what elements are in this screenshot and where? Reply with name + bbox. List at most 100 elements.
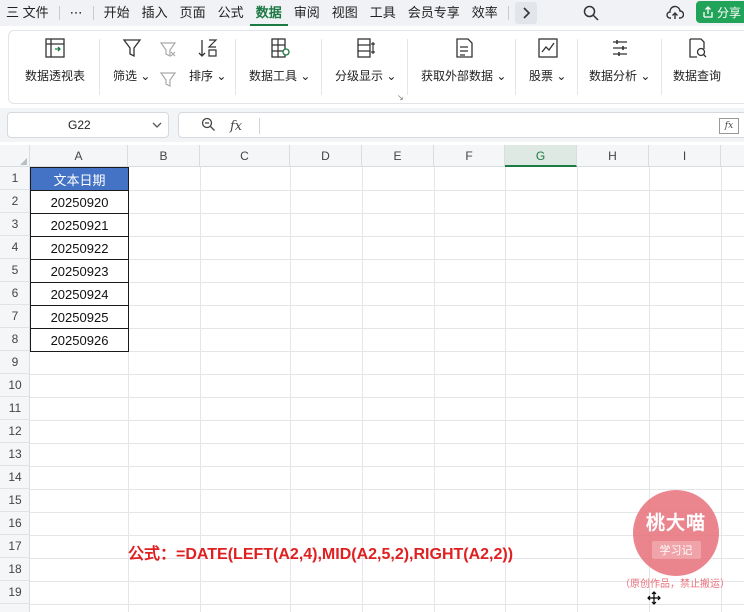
formula-bar: G22 fx fx xyxy=(0,108,744,142)
gridline xyxy=(721,167,722,612)
name-box-value: G22 xyxy=(68,118,91,132)
ribbon-divider xyxy=(235,39,236,95)
menu-member[interactable]: 会员专享 xyxy=(402,0,466,26)
pivot-table-icon xyxy=(45,38,65,58)
search-icon[interactable] xyxy=(580,0,602,26)
column-header-f[interactable]: F xyxy=(434,145,505,167)
group-outline-button[interactable]: 分级显示 ⌄ xyxy=(335,37,396,84)
cell-a2[interactable]: 20250920 xyxy=(30,190,129,214)
cell-a4[interactable]: 20250922 xyxy=(30,236,129,260)
sort-button[interactable]: 排序 ⌄ xyxy=(189,37,226,84)
row-header[interactable]: 11 xyxy=(0,397,30,420)
data-query-button[interactable]: 数据查询 xyxy=(673,37,721,84)
chevron-right-icon[interactable] xyxy=(514,2,537,24)
row-header[interactable]: 2 xyxy=(0,190,30,213)
external-data-icon xyxy=(456,38,473,58)
gridline xyxy=(30,374,744,375)
cell-a8[interactable]: 20250926 xyxy=(30,328,129,352)
row-headers: 1 2 3 4 5 6 7 8 9 10 11 12 13 14 15 16 1… xyxy=(0,167,30,612)
share-button[interactable]: 分享 xyxy=(696,1,744,23)
cloud-upload-icon[interactable] xyxy=(664,2,686,24)
insert-function-button[interactable]: fx xyxy=(230,119,242,134)
cell-a3[interactable]: 20250921 xyxy=(30,213,129,237)
pivot-table-button[interactable]: 数据透视表 xyxy=(25,37,85,84)
gridline xyxy=(30,351,744,352)
gridline xyxy=(30,397,744,398)
row-header[interactable]: 3 xyxy=(0,213,30,236)
zoom-formula-icon[interactable] xyxy=(201,117,216,135)
name-box[interactable]: G22 xyxy=(7,112,169,138)
ribbon-divider xyxy=(577,39,578,95)
ribbon-divider xyxy=(661,39,662,95)
watermark-subtitle: 学习记 xyxy=(651,540,701,559)
cell-a6[interactable]: 20250924 xyxy=(30,282,129,306)
data-analysis-button[interactable]: 数据分析 ⌄ xyxy=(589,37,650,84)
menu-more[interactable]: ⋯ xyxy=(64,0,89,26)
row-header[interactable]: 13 xyxy=(0,443,30,466)
row-header[interactable]: 7 xyxy=(0,305,30,328)
menu-file[interactable]: 三 文件 xyxy=(0,0,55,26)
get-external-data-button[interactable]: 获取外部数据 ⌄ xyxy=(421,37,506,84)
ribbon-divider xyxy=(99,39,100,95)
menu-efficiency[interactable]: 效率 xyxy=(466,0,504,26)
gridline xyxy=(30,466,744,467)
formula-annotation: 公式：=DATE(LEFT(A2,4),MID(A2,5,2),RIGHT(A2… xyxy=(128,546,514,563)
row-header[interactable]: 6 xyxy=(0,282,30,305)
cell-a5[interactable]: 20250923 xyxy=(30,259,129,283)
row-header[interactable]: 10 xyxy=(0,374,30,397)
data-tools-icon xyxy=(271,38,290,58)
menu-home[interactable]: 开始 xyxy=(98,0,136,26)
menu-page[interactable]: 页面 xyxy=(174,0,212,26)
menu-tools[interactable]: 工具 xyxy=(364,0,402,26)
chevron-down-icon[interactable] xyxy=(152,119,162,133)
column-headers: A B C D E F G H I xyxy=(0,145,744,167)
row-header[interactable]: 4 xyxy=(0,236,30,259)
ribbon-divider xyxy=(321,39,322,95)
row-header[interactable]: 15 xyxy=(0,489,30,512)
row-header[interactable]: 9 xyxy=(0,351,30,374)
data-query-label: 数据查询 xyxy=(673,69,722,83)
row-header[interactable]: 8 xyxy=(0,328,30,351)
outline-icon xyxy=(357,38,375,58)
column-header-g[interactable]: G xyxy=(505,145,577,167)
column-header-a[interactable]: A xyxy=(30,145,128,167)
data-query-icon xyxy=(689,38,707,58)
ribbon-divider xyxy=(407,39,408,95)
row-header[interactable]: 18 xyxy=(0,558,30,581)
column-header-i[interactable]: I xyxy=(649,145,721,167)
group-outline-label: 分级显示 ⌄ xyxy=(335,69,397,83)
dialog-launcher-icon[interactable]: ↘ xyxy=(397,93,404,102)
cell-a1[interactable]: 文本日期 xyxy=(30,167,129,191)
gridline xyxy=(30,489,744,490)
reapply-filter-icon[interactable] xyxy=(159,71,177,94)
watermark-note: （原创作品，禁止搬运） xyxy=(620,579,730,590)
menu-data[interactable]: 数据 xyxy=(249,0,288,26)
clear-filter-icon[interactable] xyxy=(159,41,177,64)
share-icon xyxy=(703,6,713,18)
select-all-corner[interactable] xyxy=(0,145,30,167)
menu-insert[interactable]: 插入 xyxy=(136,0,174,26)
formula-input[interactable]: fx fx xyxy=(178,112,744,138)
menu-review[interactable]: 审阅 xyxy=(288,0,326,26)
row-header[interactable]: 5 xyxy=(0,259,30,282)
filter-button[interactable]: 筛选 ⌄ xyxy=(113,37,150,84)
menu-formula[interactable]: 公式 xyxy=(212,0,250,26)
column-header-e[interactable]: E xyxy=(362,145,434,167)
function-wizard-button[interactable]: fx xyxy=(719,118,739,134)
column-header-d[interactable]: D xyxy=(290,145,362,167)
menu-view[interactable]: 视图 xyxy=(326,0,364,26)
sort-icon xyxy=(198,39,218,57)
cell-a7[interactable]: 20250925 xyxy=(30,305,129,329)
sort-label: 排序 ⌄ xyxy=(189,69,227,83)
column-header-c[interactable]: C xyxy=(200,145,290,167)
column-header-h[interactable]: H xyxy=(577,145,649,167)
row-header[interactable]: 16 xyxy=(0,512,30,535)
row-header[interactable]: 17 xyxy=(0,535,30,558)
data-tools-button[interactable]: 数据工具 ⌄ xyxy=(249,37,310,84)
row-header[interactable]: 19 xyxy=(0,581,30,604)
row-header[interactable]: 14 xyxy=(0,466,30,489)
column-header-b[interactable]: B xyxy=(128,145,200,167)
row-header[interactable]: 1 xyxy=(0,167,30,190)
row-header[interactable]: 12 xyxy=(0,420,30,443)
stocks-button[interactable]: 股票 ⌄ xyxy=(529,37,566,84)
